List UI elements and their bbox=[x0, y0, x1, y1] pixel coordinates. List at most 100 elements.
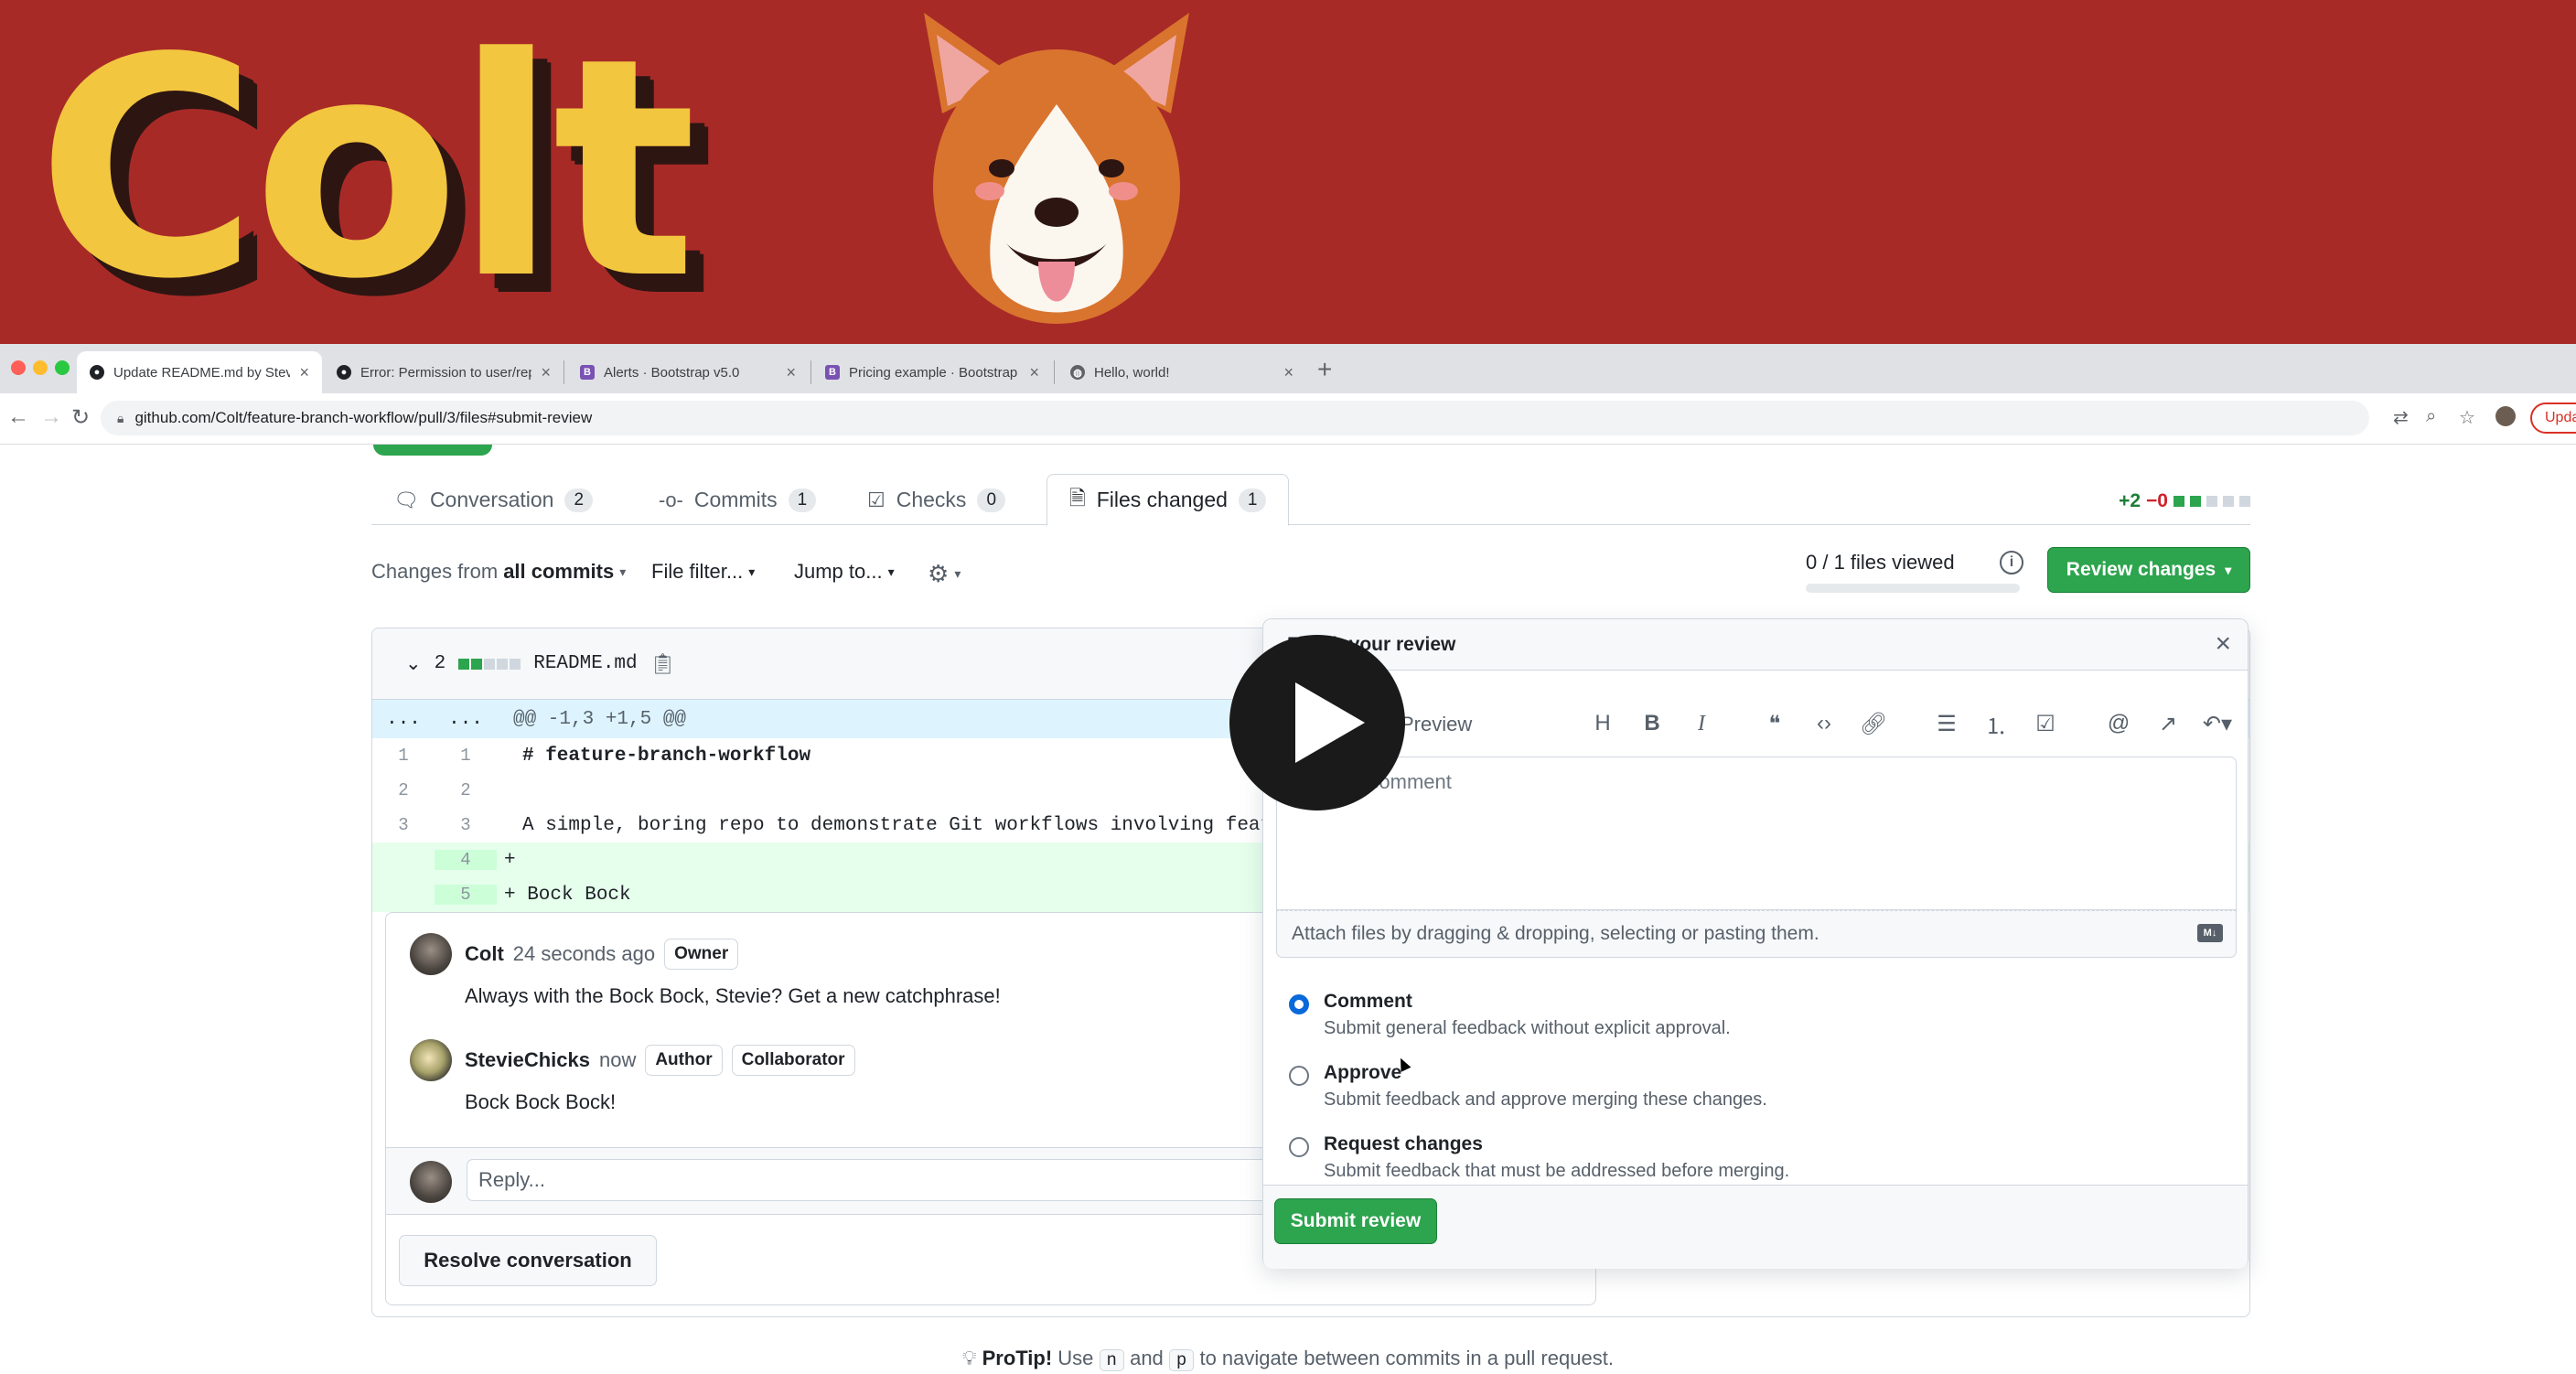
maximize-window-button[interactable] bbox=[55, 360, 70, 375]
markdown-toolbar: H B I ❝ ‹› 🔗︎ ☰ ⒈ ☑ @ ↗ ↶▾ bbox=[1578, 707, 2242, 740]
diff-settings-dropdown[interactable]: ⚙︎ ▾ bbox=[928, 560, 961, 588]
review-changes-button[interactable]: Review changes ▾ bbox=[2047, 547, 2250, 593]
tab-files-changed[interactable]: 🗎︎ Files changed 1 bbox=[1046, 474, 1290, 526]
github-icon: ● bbox=[337, 365, 351, 380]
radio-comment[interactable] bbox=[1289, 994, 1309, 1014]
tab-checks[interactable]: ☑︎ Checks 0 bbox=[845, 474, 1027, 526]
close-tab-icon[interactable]: × bbox=[1029, 363, 1039, 382]
jump-to-dropdown[interactable]: Jump to... ▾ bbox=[794, 560, 895, 584]
changes-count: 2 bbox=[434, 653, 446, 674]
unordered-list-icon[interactable]: ☰ bbox=[1922, 707, 1971, 740]
radio-request-changes[interactable] bbox=[1289, 1137, 1309, 1157]
play-icon bbox=[1295, 682, 1365, 763]
caret-down-icon: ▾ bbox=[2225, 562, 2232, 577]
close-tab-icon[interactable]: × bbox=[786, 363, 796, 382]
video-play-button[interactable] bbox=[1229, 635, 1405, 810]
expand-up-icon[interactable]: ... bbox=[372, 709, 435, 730]
reply-undo-icon[interactable]: ↶▾ bbox=[2193, 707, 2242, 740]
mention-icon[interactable]: @ bbox=[2094, 707, 2143, 740]
caret-down-icon: ▾ bbox=[748, 564, 756, 579]
comment-textarea[interactable]: Leave a comment bbox=[1276, 757, 2237, 910]
tab-counter: 1 bbox=[1238, 488, 1267, 512]
minimize-window-button[interactable] bbox=[33, 360, 48, 375]
radio-approve[interactable] bbox=[1289, 1066, 1309, 1086]
browser-tab-pricing-bootstrap[interactable]: B Pricing example · Bootstrap v5 × bbox=[812, 351, 1052, 393]
corgi-mascot-illustration bbox=[924, 13, 1189, 324]
comment-icon: 🗨︎ bbox=[393, 488, 419, 511]
bold-icon[interactable]: B bbox=[1627, 707, 1677, 740]
bootstrap-icon: B bbox=[580, 365, 595, 380]
browser-tab-update-readme[interactable]: ● Update README.md by Stevie × bbox=[77, 351, 322, 393]
tab-counter: 2 bbox=[564, 488, 594, 512]
code-icon[interactable]: ‹› bbox=[1799, 707, 1849, 740]
files-toolbar: Changes from all commits ▾ File filter..… bbox=[371, 547, 2250, 593]
comment-time[interactable]: 24 seconds ago bbox=[513, 942, 655, 966]
forward-arrow-icon[interactable]: → bbox=[40, 404, 62, 430]
zoom-icon[interactable]: ⌕ bbox=[2426, 406, 2436, 427]
lock-icon: 🔒︎ bbox=[117, 410, 124, 425]
video-banner: Colt bbox=[0, 0, 2576, 344]
reload-icon[interactable]: ↻ bbox=[71, 404, 90, 431]
comment-body: Bock Bock Bock! bbox=[465, 1090, 617, 1113]
lightbulb-icon: 💡︎ bbox=[962, 1347, 977, 1369]
browser-tab-error-permission[interactable]: ● Error: Permission to user/repo × bbox=[324, 351, 564, 393]
url-field[interactable]: 🔒︎ github.com/Colt/feature-branch-workfl… bbox=[101, 401, 2369, 435]
chevron-down-icon[interactable]: ⌄ bbox=[405, 652, 422, 675]
owner-badge: Owner bbox=[664, 939, 739, 970]
close-icon[interactable]: × bbox=[2215, 628, 2231, 660]
changes-from-dropdown[interactable]: Changes from all commits ▾ bbox=[371, 560, 626, 584]
url-text: github.com/Colt/feature-branch-workflow/… bbox=[134, 409, 593, 426]
new-tab-button[interactable]: + bbox=[1317, 355, 1332, 384]
close-window-button[interactable] bbox=[11, 360, 26, 375]
task-list-icon[interactable]: ☑ bbox=[2021, 707, 2070, 740]
globe-icon: ◍ bbox=[1070, 365, 1085, 380]
browser-tab-alerts-bootstrap[interactable]: B Alerts · Bootstrap v5.0 × bbox=[567, 351, 809, 393]
pr-state-badge bbox=[373, 445, 492, 456]
info-icon[interactable]: i bbox=[2000, 551, 2023, 574]
ordered-list-icon[interactable]: ⒈ bbox=[1971, 707, 2021, 740]
key-n: n bbox=[1099, 1349, 1124, 1371]
quote-icon[interactable]: ❝ bbox=[1750, 707, 1799, 740]
italic-icon[interactable]: I bbox=[1677, 707, 1726, 740]
tab-preview[interactable]: Preview bbox=[1401, 713, 1472, 736]
option-comment[interactable]: Comment Submit general feedback without … bbox=[1289, 991, 1731, 1039]
link-icon[interactable]: 🔗︎ bbox=[1849, 707, 1898, 740]
avatar[interactable] bbox=[410, 933, 452, 975]
comment-author[interactable]: StevieChicks bbox=[465, 1048, 590, 1072]
profile-avatar[interactable] bbox=[2496, 406, 2516, 426]
resolve-conversation-button[interactable]: Resolve conversation bbox=[399, 1235, 657, 1286]
submit-review-button[interactable]: Submit review bbox=[1274, 1198, 1437, 1244]
back-arrow-icon[interactable]: ← bbox=[7, 404, 29, 430]
comment-body: Always with the Bock Bock, Stevie? Get a… bbox=[465, 984, 1001, 1007]
file-filter-dropdown[interactable]: File filter... ▾ bbox=[651, 560, 755, 584]
close-tab-icon[interactable]: × bbox=[1283, 363, 1293, 382]
bookmark-star-icon[interactable]: ☆ bbox=[2459, 406, 2475, 429]
close-tab-icon[interactable]: × bbox=[541, 363, 551, 382]
protip: 💡︎ ProTip! Use n and p to navigate betwe… bbox=[962, 1347, 1614, 1371]
attach-files-bar[interactable]: Attach files by dragging & dropping, sel… bbox=[1276, 910, 2237, 958]
comment-editor: Preview H B I ❝ ‹› 🔗︎ ☰ ⒈ ☑ @ ↗ ↶▾ Leave… bbox=[1276, 698, 2237, 991]
close-tab-icon[interactable]: × bbox=[299, 363, 309, 382]
collaborator-badge: Collaborator bbox=[731, 1045, 855, 1076]
option-request-changes[interactable]: Request changes Submit feedback that mus… bbox=[1289, 1133, 1789, 1182]
diff-blocks bbox=[458, 658, 521, 670]
heading-icon[interactable]: H bbox=[1578, 707, 1627, 740]
browser-tab-hello-world[interactable]: ◍ Hello, world! × bbox=[1057, 351, 1306, 393]
update-button[interactable]: Upda bbox=[2530, 403, 2576, 434]
avatar[interactable] bbox=[410, 1039, 452, 1081]
markdown-icon[interactable]: M↓ bbox=[2197, 924, 2223, 942]
github-icon: ● bbox=[90, 365, 104, 380]
comment-time[interactable]: now bbox=[599, 1048, 636, 1072]
key-p: p bbox=[1168, 1349, 1195, 1371]
comment-author[interactable]: Colt bbox=[465, 942, 504, 966]
cross-reference-icon[interactable]: ↗ bbox=[2143, 707, 2193, 740]
tab-commits[interactable]: -o- Commits 1 bbox=[637, 474, 838, 526]
expand-down-icon[interactable]: ... bbox=[435, 709, 497, 730]
file-name[interactable]: README.md bbox=[533, 653, 637, 674]
tab-conversation[interactable]: 🗨︎ Conversation 2 bbox=[371, 474, 615, 526]
reply-input[interactable]: Reply... bbox=[467, 1159, 1381, 1201]
translate-icon[interactable]: ⇄ bbox=[2393, 406, 2409, 429]
brand-logo-text: Colt bbox=[37, 0, 697, 344]
option-approve[interactable]: Approve Submit feedback and approve merg… bbox=[1289, 1062, 1767, 1111]
copy-clipboard-icon[interactable]: 📋︎ bbox=[650, 652, 676, 676]
